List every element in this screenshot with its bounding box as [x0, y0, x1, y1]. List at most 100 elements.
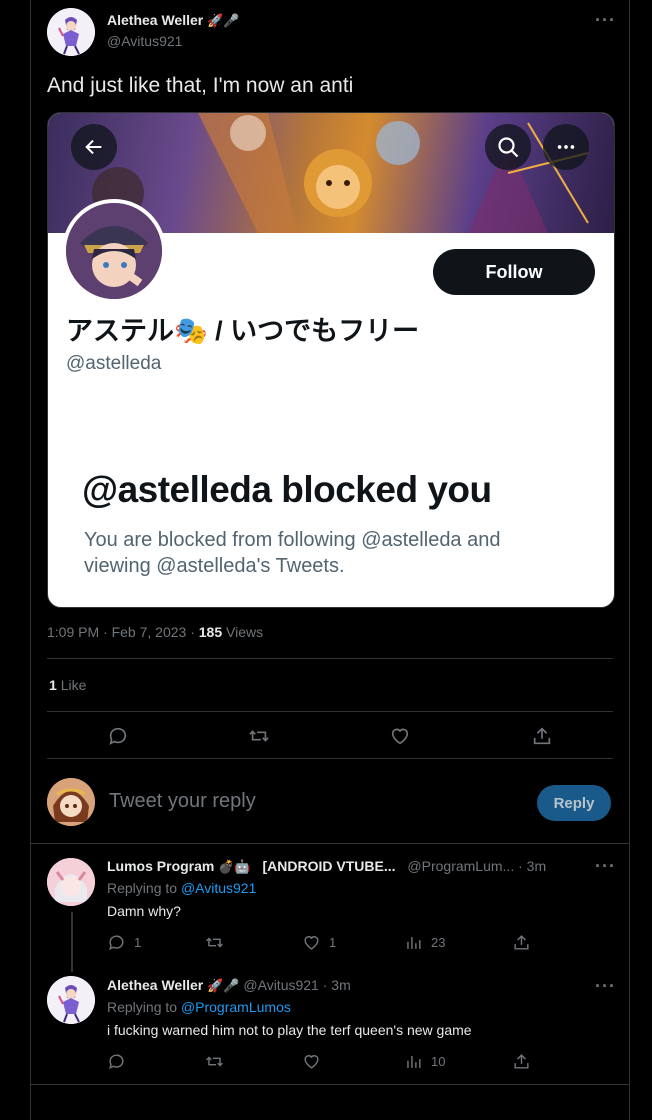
follow-button[interactable]: Follow: [433, 249, 595, 295]
tweet-timestamp[interactable]: 1:09 PM · Feb 7, 2023 ·: [47, 624, 195, 640]
more-options-icon[interactable]: ···: [595, 856, 616, 877]
tweet-text: And just like that, I'm now an anti: [47, 74, 354, 97]
my-avatar-image: [47, 778, 95, 826]
profile-name: アステル🎭 / いつでもフリー: [66, 316, 420, 346]
like-action[interactable]: 1: [302, 933, 336, 952]
views-count: 10: [431, 1054, 446, 1069]
share-action[interactable]: [512, 1052, 531, 1071]
views-action[interactable]: 10: [404, 1052, 445, 1071]
retweet-action[interactable]: [247, 725, 271, 752]
profile-avatar[interactable]: [62, 199, 166, 303]
retweet-icon: [206, 1056, 223, 1067]
divider: [31, 843, 629, 844]
reply-action[interactable]: [107, 725, 129, 752]
replying-to-label: Replying to: [107, 880, 178, 896]
divider: [47, 658, 613, 659]
views-action[interactable]: 23: [404, 933, 445, 952]
share-icon: [514, 935, 529, 950]
blocked-title: @astelleda blocked you: [82, 469, 492, 510]
thread-connector: [71, 912, 73, 972]
reply-action[interactable]: 1: [107, 933, 141, 952]
retweet-icon: [249, 730, 269, 742]
reply-action[interactable]: [107, 1052, 134, 1071]
blocked-body: You are blocked from following @astelled…: [84, 529, 501, 577]
views-label: Views: [226, 624, 264, 640]
share-icon: [514, 1054, 529, 1069]
replying-to-handle[interactable]: @Avitus921: [181, 880, 256, 896]
author-handle[interactable]: @Avitus921: [107, 33, 182, 49]
back-button[interactable]: [71, 124, 117, 170]
my-avatar[interactable]: [47, 778, 95, 826]
replying-to: Replying to @ProgramLumos: [107, 999, 291, 1015]
divider: [47, 758, 613, 759]
reply-time[interactable]: · 3m: [323, 977, 351, 993]
replying-to: Replying to @Avitus921: [107, 880, 256, 896]
reply-avatar[interactable]: [47, 858, 95, 906]
author-name[interactable]: Alethea Weller 🚀🎤: [107, 12, 240, 29]
reply-button-label: Reply: [553, 794, 595, 812]
search-button[interactable]: [485, 124, 531, 170]
likes-stat[interactable]: 1 Like: [49, 677, 86, 693]
divider: [47, 711, 613, 712]
retweet-action[interactable]: [205, 1052, 232, 1071]
reply-author-handle[interactable]: @Avitus921: [243, 977, 318, 993]
reply-icon: [109, 727, 127, 745]
share-action[interactable]: [531, 725, 553, 752]
reply-author-name[interactable]: Alethea Weller: [107, 977, 203, 993]
profile-handle: @astelleda: [66, 353, 162, 374]
reply-time[interactable]: · 3m: [518, 858, 546, 874]
reply-avatar[interactable]: [47, 976, 95, 1024]
reply-text: Damn why?: [107, 903, 181, 919]
reply-avatar-image: [47, 976, 95, 1024]
follow-label: Follow: [485, 261, 543, 282]
reply-author-emoji: 🚀🎤: [207, 978, 240, 993]
reply-author-handle[interactable]: @ProgramLum...: [407, 858, 514, 874]
likes-label: Like: [60, 677, 87, 693]
replying-to-label: Replying to: [107, 999, 178, 1015]
more-icon: [557, 145, 575, 149]
like-count: 1: [329, 935, 337, 950]
reply-author-suffix: [ANDROID VTUBE...: [262, 858, 396, 874]
reply-input-placeholder: Tweet your reply: [109, 790, 256, 812]
heart-icon: [304, 1055, 319, 1069]
likes-count: 1: [49, 677, 57, 693]
author-emoji: 🚀🎤: [207, 13, 240, 28]
more-options-icon[interactable]: ···: [595, 976, 616, 997]
more-button[interactable]: [543, 124, 589, 170]
heart-icon: [391, 728, 409, 745]
retweet-icon: [206, 937, 223, 948]
like-action[interactable]: [302, 1052, 329, 1071]
divider: [31, 1084, 629, 1085]
share-action[interactable]: [512, 933, 531, 952]
avatar-image: [47, 8, 95, 56]
author-name-text: Alethea Weller: [107, 12, 204, 28]
attached-image[interactable]: Follow アステル🎭 / いつでもフリー @astelleda @astel…: [47, 112, 615, 608]
analytics-icon: [407, 1055, 421, 1068]
share-icon: [533, 727, 551, 745]
tweet-meta: 1:09 PM · Feb 7, 2023 · 185 Views: [47, 624, 263, 640]
author-avatar[interactable]: [47, 8, 95, 56]
replying-to-handle[interactable]: @ProgramLumos: [181, 999, 291, 1015]
reply-header: Alethea Weller 🚀🎤 @Avitus921 · 3m: [107, 977, 351, 994]
views-count: 185: [198, 624, 223, 640]
reply-author-name[interactable]: Lumos Program: [107, 858, 214, 874]
reply-avatar-image: [47, 858, 95, 906]
reply-button[interactable]: Reply: [537, 785, 611, 821]
timeline-column: Alethea Weller 🚀🎤 @Avitus921 ··· And jus…: [30, 0, 630, 1120]
analytics-icon: [407, 936, 421, 949]
like-action[interactable]: [389, 725, 411, 752]
reply-input[interactable]: Tweet your reply: [109, 790, 509, 818]
arrow-left-icon: [85, 139, 102, 155]
search-icon: [498, 137, 519, 158]
reply-count: 1: [134, 935, 142, 950]
heart-icon: [304, 936, 319, 950]
profile-avatar-image: [66, 203, 162, 299]
more-options-icon[interactable]: ···: [595, 10, 616, 31]
reply-icon: [109, 935, 124, 951]
retweet-action[interactable]: [205, 933, 232, 952]
reply-author-emoji: 💣🤖: [218, 859, 251, 874]
reply-icon: [109, 1054, 124, 1070]
views-count: 23: [431, 935, 446, 950]
reply-text: i fucking warned him not to play the ter…: [107, 1022, 472, 1038]
reply-header: Lumos Program 💣🤖 [ANDROID VTUBE... @Prog…: [107, 858, 546, 875]
